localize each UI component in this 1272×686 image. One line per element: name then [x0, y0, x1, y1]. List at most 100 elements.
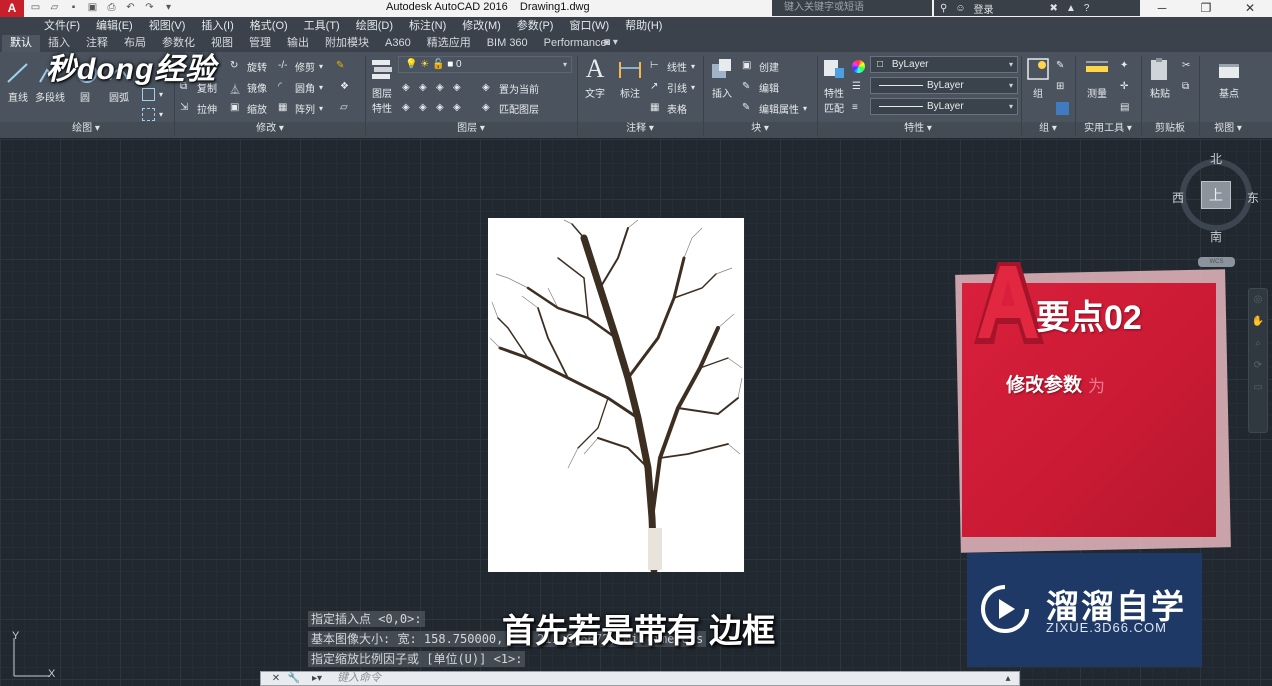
color-dropdown[interactable]: □ ByLayer ▾: [870, 56, 1018, 73]
binoculars-icon[interactable]: ⚲: [940, 3, 947, 14]
panel-groups-label[interactable]: 组 ▾: [1022, 122, 1074, 136]
color-wheel-icon[interactable]: [852, 58, 865, 74]
lineweight-dropdown[interactable]: ByLayer ▾: [870, 98, 1018, 115]
group-edit-icon[interactable]: ✎: [1056, 58, 1069, 74]
leader-tool[interactable]: ↗ 引线 ▾: [650, 79, 695, 95]
compass-north[interactable]: 北: [1210, 150, 1222, 167]
panel-annotation-label[interactable]: 注释 ▾: [578, 122, 702, 136]
compass-south[interactable]: 南: [1210, 228, 1222, 245]
copy-clip-icon[interactable]: ⧉: [1182, 79, 1195, 95]
panel-block-label[interactable]: 块 ▾: [704, 122, 816, 136]
undo-icon[interactable]: ↶: [123, 1, 138, 15]
save-as-icon[interactable]: ▣: [85, 1, 100, 15]
hatch-tool[interactable]: ▾: [142, 106, 163, 122]
group-select-icon[interactable]: [1056, 100, 1069, 116]
linetype-icon[interactable]: ☰: [852, 79, 865, 95]
explode-tool[interactable]: ❖: [340, 79, 353, 95]
text-tool[interactable]: A 文字: [582, 56, 608, 101]
match-properties-tool[interactable]: 特性 匹配: [820, 56, 848, 115]
calculator-icon[interactable]: ▤: [1120, 100, 1133, 116]
application-menu-button[interactable]: A: [0, 0, 24, 17]
command-input[interactable]: 键入命令: [337, 672, 381, 685]
help-icon[interactable]: ?: [1084, 3, 1090, 14]
zoom-icon[interactable]: ⌕: [1249, 333, 1267, 355]
tab-default[interactable]: 默认: [2, 35, 40, 52]
lineweight-icon[interactable]: ≡: [852, 100, 865, 116]
search-input[interactable]: 键入关键字或短语: [772, 0, 932, 16]
ribbon-toggle-icon[interactable]: ◙ ▾: [604, 37, 618, 48]
menu-format[interactable]: 格式(O): [242, 17, 296, 35]
close-command-line-icon[interactable]: ✕: [269, 672, 283, 685]
menu-edit[interactable]: 编辑(E): [88, 17, 141, 35]
insert-block-tool[interactable]: 插入: [708, 56, 736, 100]
menu-help[interactable]: 帮助(H): [617, 17, 670, 35]
panel-draw-label[interactable]: 绘图 ▾: [0, 122, 172, 136]
maximize-icon[interactable]: ❐: [1184, 0, 1228, 17]
layer-tools-row1[interactable]: ◈ ◈ ◈ ◈: [402, 80, 466, 96]
qat-dropdown-icon[interactable]: ▾: [161, 1, 176, 15]
recent-commands-icon[interactable]: ▸▾: [307, 672, 327, 685]
rectangle-tool[interactable]: ▾: [142, 86, 163, 102]
menu-parametric[interactable]: 参数(P): [509, 17, 562, 35]
linetype-dropdown[interactable]: ByLayer ▾: [870, 77, 1018, 94]
panel-utilities-label[interactable]: 实用工具 ▾: [1076, 122, 1140, 136]
panel-modify-label[interactable]: 修改 ▾: [176, 122, 364, 136]
offset-tool[interactable]: ⏥: [340, 100, 353, 116]
panel-layers-label[interactable]: 图层 ▾: [366, 122, 576, 136]
new-file-icon[interactable]: ▭: [28, 1, 43, 15]
match-layer-tool[interactable]: ◈ 匹配图层: [482, 100, 539, 116]
layer-tools-row2[interactable]: ◈ ◈ ◈ ◈: [402, 100, 466, 116]
array-tool[interactable]: ▦ 阵列 ▾: [278, 100, 323, 116]
fillet-tool[interactable]: ◜ 圆角 ▾: [278, 79, 323, 95]
scale-tool[interactable]: ▣ 缩放: [230, 100, 267, 116]
tab-bim360[interactable]: BIM 360: [479, 35, 536, 52]
inserted-tree-image[interactable]: [488, 218, 744, 572]
viewcube[interactable]: 上 北 南 东 西: [1172, 152, 1259, 245]
minimize-icon[interactable]: ─: [1140, 0, 1184, 17]
login-link[interactable]: 登录: [974, 1, 994, 16]
print-icon[interactable]: ⎙: [104, 1, 119, 15]
close-icon[interactable]: ✕: [1228, 0, 1272, 17]
menu-draw[interactable]: 绘图(D): [348, 17, 401, 35]
compass-east[interactable]: 东: [1247, 189, 1259, 206]
compass-west[interactable]: 西: [1172, 189, 1184, 206]
tab-performance[interactable]: Performance: [536, 35, 615, 52]
tab-a360[interactable]: A360: [377, 35, 419, 52]
layer-properties-tool[interactable]: 图层 特性: [368, 56, 396, 115]
quick-select-icon[interactable]: ✦: [1120, 58, 1133, 74]
menu-dimension[interactable]: 标注(N): [401, 17, 454, 35]
orbit-icon[interactable]: ⟳: [1249, 355, 1267, 377]
rotate-tool[interactable]: ↻ 旋转: [230, 58, 267, 74]
dimension-tool[interactable]: 标注: [616, 56, 644, 100]
trim-tool[interactable]: -/- 修剪 ▾: [278, 58, 323, 74]
menu-window[interactable]: 窗口(W): [561, 17, 617, 35]
navigation-bar[interactable]: ◎ ✋ ⌕ ⟳ ▭: [1248, 288, 1268, 433]
exchange-icon[interactable]: ✖: [1050, 3, 1058, 14]
menu-insert[interactable]: 插入(I): [193, 17, 241, 35]
tab-output[interactable]: 输出: [279, 35, 317, 52]
linear-dimension-tool[interactable]: ⊢ 线性 ▾: [650, 58, 695, 74]
command-line-arrow-icon[interactable]: ▴: [1001, 672, 1015, 685]
menu-view[interactable]: 视图(V): [141, 17, 194, 35]
create-block-tool[interactable]: ▣ 创建: [742, 58, 779, 74]
steering-wheel-icon[interactable]: ◎: [1249, 289, 1267, 311]
measure-tool[interactable]: 测量: [1082, 56, 1112, 100]
menu-tools[interactable]: 工具(T): [296, 17, 348, 35]
tab-addins[interactable]: 附加模块: [317, 35, 377, 52]
panel-view-label[interactable]: 视图 ▾: [1200, 122, 1256, 136]
tab-manage[interactable]: 管理: [241, 35, 279, 52]
tab-featured-apps[interactable]: 精选应用: [419, 35, 479, 52]
pan-icon[interactable]: ✋: [1249, 311, 1267, 333]
cut-icon[interactable]: ✂: [1182, 58, 1195, 74]
line-tool[interactable]: 直线: [4, 60, 32, 104]
showmotion-icon[interactable]: ▭: [1249, 377, 1267, 399]
edit-block-tool[interactable]: ✎ 编辑: [742, 79, 779, 95]
base-view-tool[interactable]: 基点: [1214, 56, 1244, 100]
panel-properties-label[interactable]: 特性 ▾: [818, 122, 1018, 136]
command-line[interactable]: ✕ 🔧 ▸▾ 键入命令 ▴: [260, 671, 1020, 686]
id-point-icon[interactable]: ✛: [1120, 79, 1133, 95]
user-icon[interactable]: ☺: [955, 3, 965, 14]
panel-clipboard-label[interactable]: 剪贴板: [1142, 122, 1198, 136]
autodesk-a360-icon[interactable]: ▲: [1066, 3, 1076, 14]
viewcube-face-top[interactable]: 上: [1201, 181, 1231, 209]
